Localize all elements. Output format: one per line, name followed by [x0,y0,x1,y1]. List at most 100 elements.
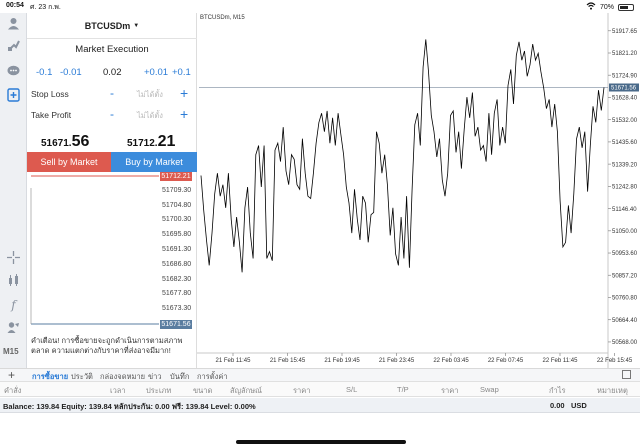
battery-percent: 70% [599,3,614,11]
y-tick-label: 50760.80 [612,296,638,302]
col-current-price: ราคา [441,386,459,395]
y-tick-label: 51050.00 [612,229,638,235]
add-icon[interactable]: + [8,368,15,382]
volume-plus-large[interactable]: +0.1 [172,67,191,78]
x-tick-label: 22 Feb 15:45 [597,358,633,364]
y-tick-label: 50857.20 [612,273,638,279]
account-icon[interactable] [6,16,21,31]
status-time: 00:54 [6,2,24,9]
bid-price-prefix: 51671. [41,138,72,149]
current-price-tag-label: 51671.56 [611,86,637,92]
timeframe-label[interactable]: M15 [3,347,19,356]
wifi-icon [586,2,596,12]
tick-chart-price-label: 51691.30 [162,246,192,253]
account-currency: USD [571,401,587,410]
price-chart-svg: 51917.65 51821.20 51724.90 51628.40 51532.00… [197,13,639,368]
volume-plus-small[interactable]: +0.01 [144,67,168,78]
tick-chart-price-label: 51712.21 [160,172,192,181]
tick-chart-price-label: 51686.80 [162,260,192,268]
symbol-selector[interactable]: BTCUSDm ▼ [27,13,197,39]
balance-summary: Balance: 139.84 Equity: 139.84 หลักประกั… [3,402,256,411]
trade-buttons: Sell by Market Buy by Market [27,152,197,172]
objects-icon[interactable] [6,320,21,335]
execution-type[interactable]: Market Execution [27,44,197,55]
total-profit: 0.00 [550,401,565,410]
col-time: เวลา [110,386,126,395]
expand-icon[interactable] [622,370,631,379]
chat-icon[interactable] [6,63,21,78]
take-profit-plus-button[interactable]: + [180,106,188,122]
stop-loss-plus-button[interactable]: + [180,85,188,101]
home-indicator [236,440,406,444]
price-series-line [200,39,605,273]
y-tick-label: 50568.00 [612,340,638,346]
ask-price-big: 21 [157,133,176,150]
tick-chart-price-label: 51704.80 [162,201,192,209]
y-tick-label: 50664.40 [612,318,638,324]
tick-chart-price-label: 51677.80 [162,290,192,298]
symbol-name: BTCUSDm [84,20,131,31]
stop-loss-row: Stop Loss - ไม่ได้ตั้ง + [27,85,197,102]
col-swap: Swap [480,385,499,394]
col-order: คำสั่ง [4,386,22,395]
col-price: ราคา [293,386,311,395]
tick-chart-price-label: 51671.56 [160,320,192,329]
take-profit-input[interactable]: ไม่ได้ตั้ง [137,110,163,122]
warning-notice: คำเตือน! การซื้อขายจะถูกดำเนินการตามสภาพ… [31,336,183,355]
y-tick-label: 50953.60 [612,251,638,257]
take-profit-minus-button[interactable]: - [110,107,114,121]
col-symbol: สัญลักษณ์ [230,386,263,395]
tick-chart-price-label: 51682.30 [162,275,192,283]
x-tick-label: 21 Feb 11:45 [216,358,252,364]
volume-minus-small[interactable]: -0.01 [60,67,82,78]
x-tick-label: 21 Feb 15:45 [270,358,306,364]
y-tick-label: 51146.40 [612,207,637,213]
order-panel: BTCUSDm ▼ Market Execution -0.1 -0.01 0.… [27,13,197,368]
col-profit: กำไร [549,386,566,395]
indicators-icon[interactable] [6,273,21,288]
volume-value[interactable]: 0.02 [103,67,122,78]
stop-loss-label: Stop Loss [31,89,69,99]
status-right: 70% [586,2,634,12]
function-icon[interactable]: f [6,297,21,312]
new-order-icon[interactable] [6,87,21,102]
battery-icon [618,3,634,11]
stop-loss-input[interactable]: ไม่ได้ตั้ง [137,89,163,101]
trade-icon[interactable] [6,38,21,53]
x-tick-label: 22 Feb 03:45 [433,358,469,364]
col-type: ประเภท [146,386,172,395]
tick-chart: 51712.21 51709.30 51704.80 51700.30 51695.80… [27,172,197,330]
x-tick-label: 21 Feb 19:45 [324,358,360,364]
x-tick-label: 22 Feb 11:45 [543,358,579,364]
col-tp: T/P [397,385,409,394]
take-profit-label: Take Profit [31,110,72,120]
col-size: ขนาด [193,386,213,395]
col-sl: S/L [346,385,358,394]
orders-table-header: คำสั่ง เวลา ประเภท ขนาด สัญลักษณ์ ราคา S… [0,382,640,397]
y-tick-label: 51435.60 [612,140,638,146]
tick-chart-price-label: 51700.30 [162,216,192,224]
tick-chart-price-label: 51673.30 [162,305,192,313]
price-chart[interactable]: 51917.65 51821.20 51724.90 51628.40 51532.00… [197,13,640,368]
y-tick-label: 51339.20 [612,162,638,168]
crosshair-icon[interactable] [6,250,21,265]
y-tick-label: 51821.20 [612,51,638,57]
buy-by-market-button[interactable]: Buy by Market [111,152,197,172]
chevron-down-icon: ▼ [133,22,140,29]
ask-price: 51712.21 [127,133,175,151]
bid-price: 51671.56 [41,133,89,151]
sell-by-market-button[interactable]: Sell by Market [27,152,111,172]
x-tick-label: 22 Feb 07:45 [488,358,524,364]
col-comment: หมายเหตุ [597,386,628,395]
ask-price-prefix: 51712. [127,138,158,149]
volume-minus-large[interactable]: -0.1 [36,67,52,78]
y-tick-label: 51917.65 [612,29,638,35]
stop-loss-minus-button[interactable]: - [110,86,114,100]
bid-price-big: 56 [71,133,90,150]
volume-stepper: -0.1 -0.01 0.02 +0.01 +0.1 [27,67,197,81]
x-tick-label: 21 Feb 23:45 [379,358,415,364]
take-profit-row: Take Profit - ไม่ได้ตั้ง + [27,106,197,123]
left-toolbar: f M15 [0,13,27,368]
y-tick-label: 51242.80 [612,185,638,191]
tick-chart-price-label: 51695.80 [162,231,192,239]
